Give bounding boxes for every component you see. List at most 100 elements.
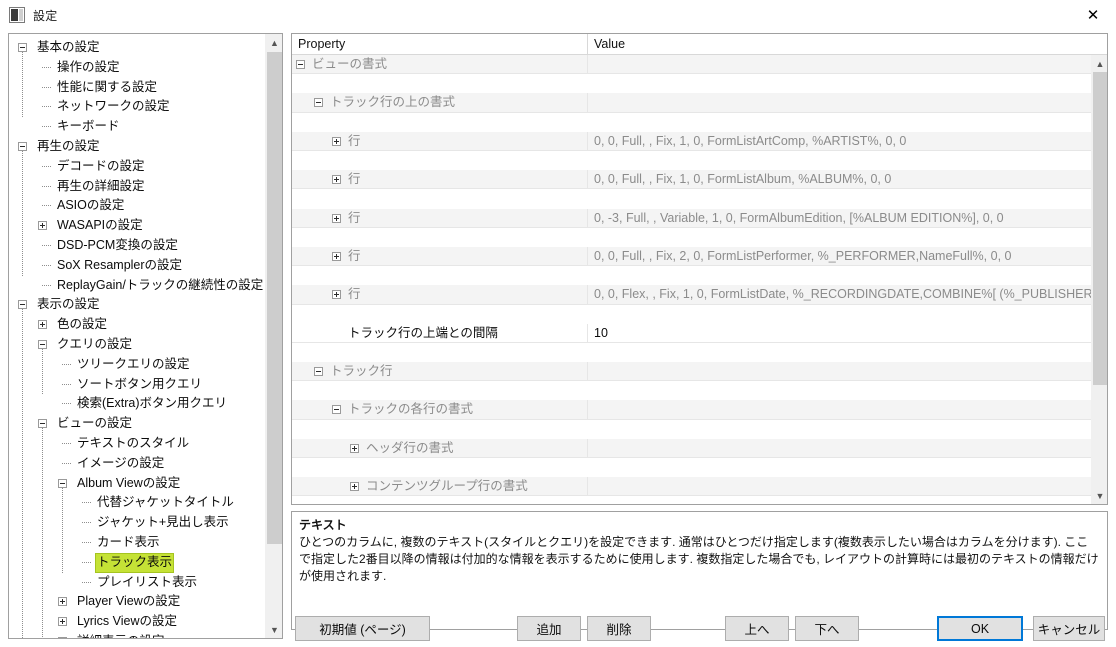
property-row[interactable]: トラック行の上端との間隔 10: [292, 323, 1091, 343]
tree-item[interactable]: WASAPIの設定: [9, 216, 265, 236]
property-value-cell[interactable]: 10: [588, 324, 1091, 343]
property-row[interactable]: 行 0, 0, Flex, , Fix, 1, 0, FormListDate, …: [292, 285, 1091, 305]
property-name-cell[interactable]: トラック行の上端との間隔: [292, 324, 587, 343]
tree-item[interactable]: ジャケット+見出し表示: [9, 513, 265, 533]
property-name-cell[interactable]: 行: [292, 170, 587, 189]
tree-item[interactable]: トラック表示: [9, 552, 265, 573]
property-value-cell[interactable]: [588, 362, 1091, 381]
column-header-value[interactable]: Value: [588, 34, 1107, 54]
grid-expand-icon[interactable]: [332, 251, 341, 261]
tree-item[interactable]: ReplayGain/トラックの継続性の設定: [9, 276, 265, 296]
tree-item[interactable]: キーボード: [9, 117, 265, 137]
property-name-cell[interactable]: ビューの書式: [292, 55, 587, 74]
scroll-down-icon[interactable]: ▼: [266, 621, 282, 638]
scroll-up-icon[interactable]: ▲: [266, 34, 282, 51]
tree-expand-icon[interactable]: [38, 320, 47, 330]
tree-item[interactable]: Player Viewの設定: [9, 592, 265, 612]
property-name-cell[interactable]: トラック行: [292, 362, 587, 381]
grid-expand-icon[interactable]: [350, 443, 359, 453]
move-down-button[interactable]: 下へ: [795, 616, 859, 641]
tree-item[interactable]: クエリの設定: [9, 335, 265, 355]
tree-item[interactable]: プレイリスト表示: [9, 573, 265, 593]
grid-collapse-icon[interactable]: [314, 367, 323, 377]
property-value-cell[interactable]: 0, 0, Full, , Fix, 2, 0, FormListPerform…: [588, 247, 1091, 266]
property-row[interactable]: コンテンツグループ行の書式: [292, 477, 1091, 497]
property-grid[interactable]: Property Value ビューの書式 トラック行の上の書式行 0, 0, Fu…: [291, 33, 1108, 505]
tree-item[interactable]: 操作の設定: [9, 58, 265, 78]
grid-collapse-icon[interactable]: [332, 405, 341, 415]
delete-button[interactable]: 削除: [587, 616, 651, 641]
tree-vertical-scrollbar[interactable]: ▲ ▼: [265, 34, 282, 638]
tree-collapse-icon[interactable]: [18, 43, 27, 52]
tree-item[interactable]: テキストのスタイル: [9, 434, 265, 454]
grid-expand-icon[interactable]: [350, 482, 359, 492]
tree-item[interactable]: 代替ジャケットタイトル: [9, 493, 265, 513]
property-name-cell[interactable]: ヘッダ行の書式: [292, 439, 587, 458]
tree-expand-icon[interactable]: [58, 597, 67, 607]
tree-item[interactable]: ツリークエリの設定: [9, 355, 265, 375]
cancel-button[interactable]: キャンセル: [1033, 616, 1105, 641]
property-row[interactable]: 行 0, 0, Full, , Fix, 1, 0, FormListAlbum,…: [292, 170, 1091, 190]
property-name-cell[interactable]: 行: [292, 209, 587, 228]
property-value-cell[interactable]: 0, 0, Full, , Fix, 1, 0, FormListArtComp…: [588, 132, 1091, 151]
grid-expand-icon[interactable]: [332, 290, 341, 300]
tree-collapse-icon[interactable]: [58, 637, 67, 638]
property-value-cell[interactable]: 0, 0, Full, , Fix, 1, 0, FormListAlbum, …: [588, 170, 1091, 189]
tree-collapse-icon[interactable]: [58, 478, 67, 488]
tree-scrollbar-thumb[interactable]: [267, 52, 282, 544]
property-value-cell[interactable]: [588, 400, 1091, 419]
property-name-cell[interactable]: 行: [292, 285, 587, 304]
property-row[interactable]: 行 0, 0, Full, , Fix, 1, 0, FormListArtCom…: [292, 131, 1091, 151]
property-name-cell[interactable]: 行: [292, 247, 587, 266]
property-row[interactable]: トラック行の上の書式: [292, 93, 1091, 113]
grid-scrollbar-thumb[interactable]: [1093, 72, 1107, 385]
property-value-cell[interactable]: [588, 439, 1091, 458]
property-name-cell[interactable]: 行: [292, 132, 587, 151]
tree-item[interactable]: デコードの設定: [9, 157, 265, 177]
property-name-cell[interactable]: トラック行の上の書式: [292, 93, 587, 112]
grid-collapse-icon[interactable]: [296, 60, 305, 69]
tree-item[interactable]: ビューの設定: [9, 414, 265, 434]
property-row[interactable]: トラック行: [292, 362, 1091, 382]
tree-collapse-icon[interactable]: [18, 300, 27, 310]
tree-item[interactable]: 再生の詳細設定: [9, 177, 265, 197]
tree-item[interactable]: ネットワークの設定: [9, 97, 265, 117]
grid-expand-icon[interactable]: [332, 136, 341, 146]
tree-expand-icon[interactable]: [58, 617, 67, 627]
grid-scroll-down-icon[interactable]: ▼: [1092, 487, 1107, 504]
grid-expand-icon[interactable]: [332, 213, 341, 223]
property-row[interactable]: ヘッダ行の書式: [292, 438, 1091, 459]
column-header-property[interactable]: Property: [292, 34, 587, 54]
property-name-cell[interactable]: トラックの各行の書式: [292, 400, 587, 419]
property-value-cell[interactable]: 0, 0, Flex, , Fix, 1, 0, FormListDate, %…: [588, 285, 1091, 304]
grid-scroll-up-icon[interactable]: ▲: [1092, 55, 1107, 72]
ok-button[interactable]: OK: [937, 616, 1023, 641]
settings-category-tree[interactable]: 基本の設定 操作の設定 性能に関する設定 ネットワークの設定 キーボード 再生の設定 デコー…: [8, 33, 283, 639]
property-row[interactable]: 行 0, 0, Full, , Fix, 2, 0, FormListPerfor…: [292, 246, 1091, 267]
tree-item[interactable]: ソートボタン用クエリ: [9, 375, 265, 395]
default-page-button[interactable]: 初期値 (ページ): [295, 616, 430, 641]
add-button[interactable]: 追加: [517, 616, 581, 641]
close-icon[interactable]: ✕: [1070, 0, 1116, 30]
property-row[interactable]: ビューの書式: [292, 55, 1091, 75]
property-value-cell[interactable]: [588, 55, 1091, 74]
property-grid-body[interactable]: ビューの書式 トラック行の上の書式行 0, 0, Full, , Fix, 1, 0…: [292, 55, 1091, 504]
property-value-cell[interactable]: [588, 93, 1091, 112]
tree-item[interactable]: 表示の設定: [9, 295, 265, 315]
tree-item[interactable]: Album Viewの設定: [9, 474, 265, 494]
property-value-cell[interactable]: [588, 477, 1091, 496]
property-row[interactable]: トラックの各行の書式: [292, 400, 1091, 420]
tree-item[interactable]: カード表示: [9, 533, 265, 553]
tree-item[interactable]: 基本の設定: [9, 38, 265, 58]
property-value-cell[interactable]: 0, -3, Full, , Variable, 1, 0, FormAlbum…: [588, 209, 1091, 228]
grid-expand-icon[interactable]: [332, 175, 341, 185]
property-name-cell[interactable]: コンテンツグループ行の書式: [292, 477, 587, 496]
tree-item[interactable]: 再生の設定: [9, 137, 265, 157]
tree-item[interactable]: SoX Resamplerの設定: [9, 256, 265, 276]
tree-item[interactable]: 詳細表示の設定: [9, 632, 265, 638]
tree-item[interactable]: イメージの設定: [9, 454, 265, 474]
tree-collapse-icon[interactable]: [18, 142, 27, 151]
property-row[interactable]: 行 0, -3, Full, , Variable, 1, 0, FormAlbu…: [292, 208, 1091, 228]
tree-item[interactable]: ASIOの設定: [9, 196, 265, 216]
tree-item[interactable]: 検索(Extra)ボタン用クエリ: [9, 394, 265, 414]
